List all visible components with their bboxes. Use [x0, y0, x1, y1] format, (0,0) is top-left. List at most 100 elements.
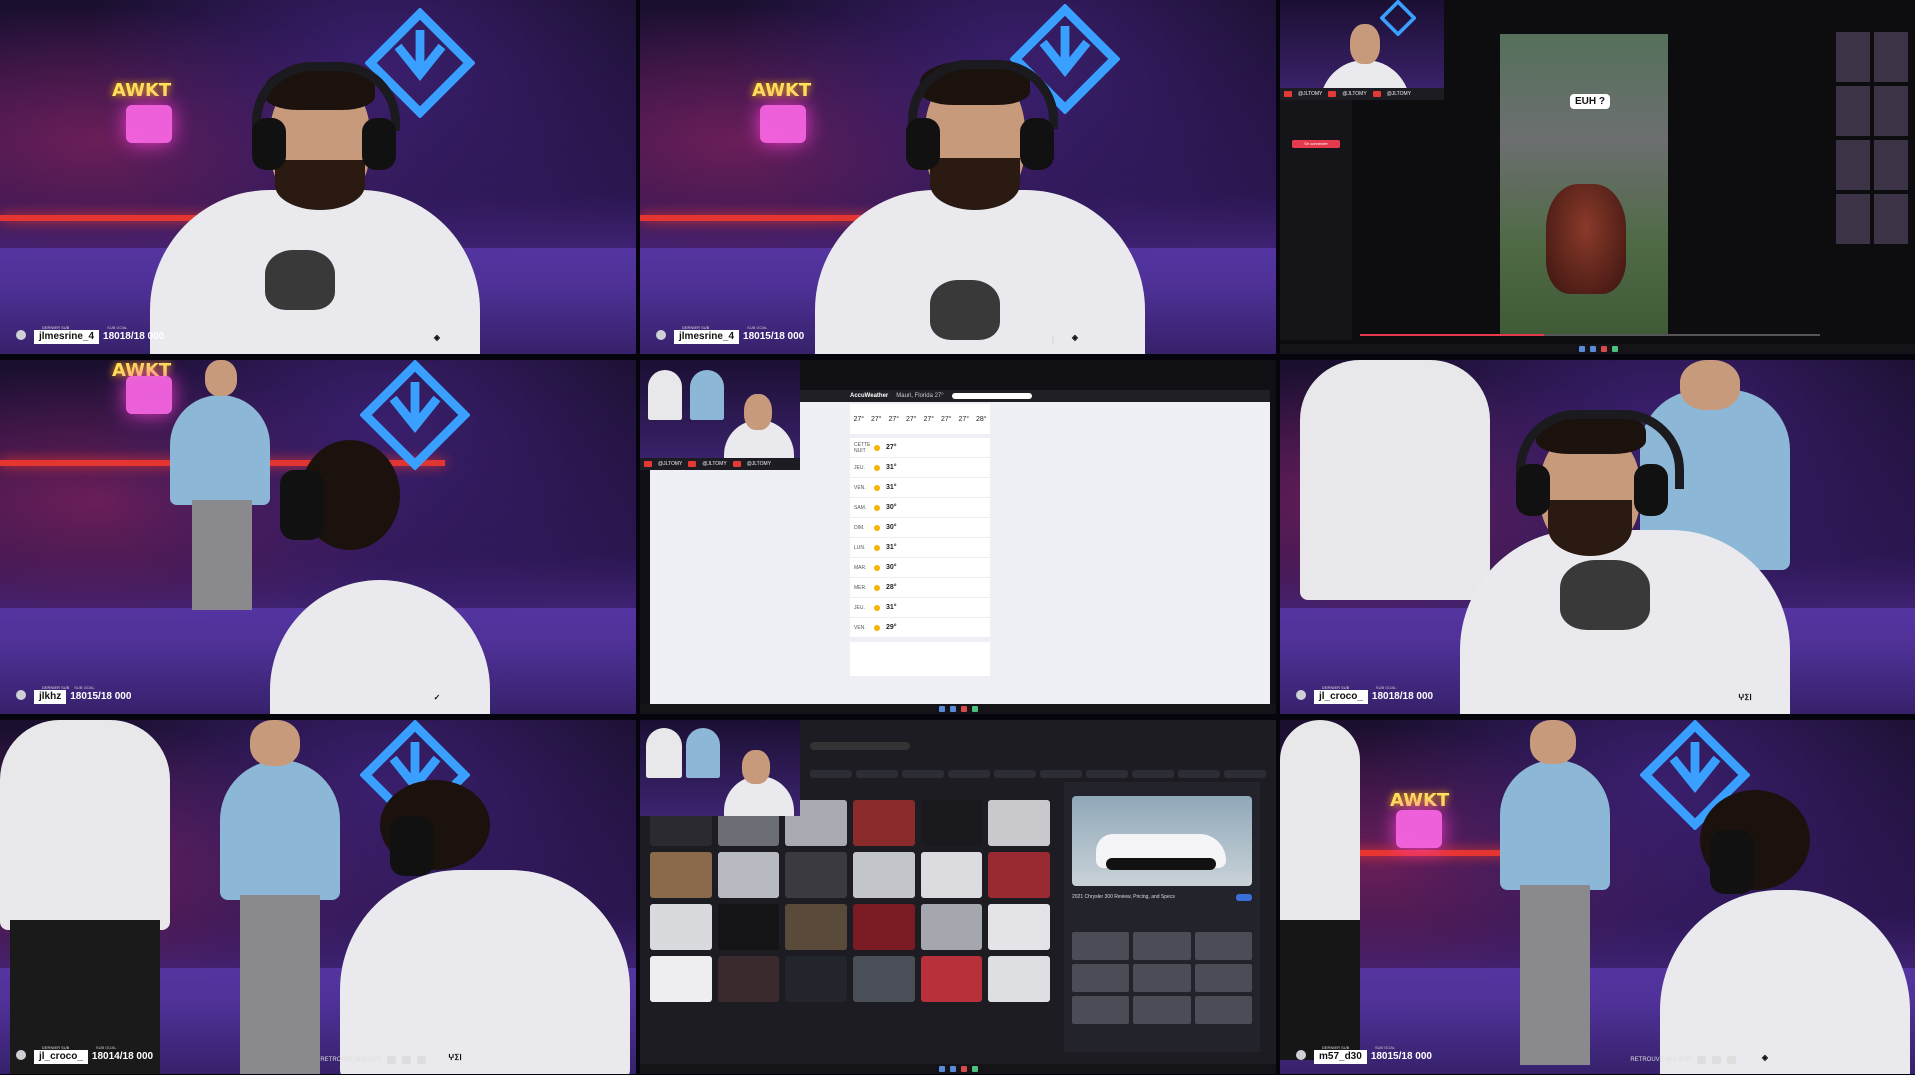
webcam-inset [640, 720, 800, 816]
image-thumb[interactable] [853, 956, 915, 1002]
image-thumb[interactable] [988, 852, 1050, 898]
app-icon[interactable] [938, 706, 945, 712]
app-icon[interactable] [949, 1066, 956, 1072]
image-thumb[interactable] [785, 852, 847, 898]
pink-neon-glow [1396, 810, 1442, 848]
forecast-row[interactable]: VEN. 31° [850, 478, 990, 498]
video-thumb[interactable] [1836, 32, 1870, 82]
filter-chip[interactable] [1132, 770, 1174, 778]
related-thumb[interactable] [1194, 932, 1252, 960]
video-player[interactable]: EUH ? [1500, 34, 1668, 334]
daily-forecast: CETTE NUIT 27° JEU. 31° VEN. 31° SAM. 30° DI… [850, 438, 990, 638]
image-thumb[interactable] [988, 800, 1050, 846]
forecast-row[interactable]: JEU. 31° [850, 458, 990, 478]
image-thumb[interactable] [785, 956, 847, 1002]
hour-temp: 27° [923, 415, 935, 423]
filter-chips [810, 770, 1266, 778]
filter-chip[interactable] [856, 770, 898, 778]
logo-badge: ⵖⵉⵏ [1724, 690, 1766, 704]
filter-chip[interactable] [1224, 770, 1266, 778]
social-icons: RETROUVE MOI SUR [320, 1056, 426, 1064]
forecast-row[interactable]: CETTE NUIT 27° [850, 438, 990, 458]
bystander [648, 370, 682, 420]
forecast-row[interactable]: DIM. 30° [850, 518, 990, 538]
forecast-row[interactable]: VEN. 29° [850, 618, 990, 638]
image-thumb[interactable] [853, 800, 915, 846]
app-icon[interactable] [1611, 346, 1618, 352]
video-thumb[interactable] [1874, 32, 1908, 82]
related-thumb[interactable] [1072, 964, 1130, 992]
filter-chip[interactable] [1178, 770, 1220, 778]
forecast-row[interactable]: JEU. 31° [850, 598, 990, 618]
image-thumb[interactable] [650, 956, 712, 1002]
video-thumb[interactable] [1874, 140, 1908, 190]
image-thumb[interactable] [650, 904, 712, 950]
forecast-row[interactable]: MER. 28° [850, 578, 990, 598]
shirt-print [930, 280, 1000, 340]
image-thumb[interactable] [920, 800, 983, 846]
filter-chip[interactable] [948, 770, 990, 778]
app-icon[interactable] [960, 1066, 967, 1072]
preview-title[interactable]: 2021 Chrysler 300 Review, Pricing, and S… [1072, 894, 1175, 900]
image-thumb[interactable] [920, 956, 983, 1002]
app-icon[interactable] [1578, 346, 1585, 352]
preview-image[interactable] [1072, 796, 1252, 886]
video-thumb[interactable] [1836, 140, 1870, 190]
image-thumb[interactable] [853, 904, 915, 950]
instagram-icon [1727, 1056, 1736, 1064]
related-thumb[interactable] [1072, 932, 1130, 960]
image-thumb[interactable] [717, 956, 780, 1002]
image-thumb[interactable] [988, 904, 1050, 950]
video-thumb[interactable] [1874, 194, 1908, 244]
webcam-social-bar: @JLTOMY @JLTOMY @JLTOMY [640, 458, 800, 470]
stream-grid: AWKT DERNIER SUB jlmesrine_4 SUB GOAL 1801… [0, 0, 1915, 1075]
image-thumb[interactable] [920, 852, 983, 898]
search-bar[interactable] [810, 742, 910, 750]
forecast-row[interactable]: MAR. 30° [850, 558, 990, 578]
related-thumb[interactable] [1133, 964, 1191, 992]
related-thumb[interactable] [1133, 932, 1191, 960]
app-icon[interactable] [971, 1066, 978, 1072]
login-button[interactable]: Se connecter [1292, 140, 1340, 148]
filter-chip[interactable] [1086, 770, 1128, 778]
app-icon[interactable] [960, 706, 967, 712]
related-thumb[interactable] [1194, 964, 1252, 992]
search-input[interactable] [951, 393, 1032, 399]
youtube-icon [1372, 91, 1381, 97]
image-thumb[interactable] [988, 956, 1050, 1002]
related-thumb[interactable] [1072, 996, 1130, 1024]
video-thumb[interactable] [1836, 86, 1870, 136]
image-thumb[interactable] [717, 904, 780, 950]
video-scrubber[interactable] [1360, 334, 1820, 336]
app-icon[interactable] [1600, 346, 1607, 352]
image-thumb[interactable] [920, 904, 983, 950]
hour-temp: 27° [888, 415, 900, 423]
video-thumb[interactable] [1836, 194, 1870, 244]
app-icon[interactable] [938, 1066, 945, 1072]
image-thumb[interactable] [785, 904, 847, 950]
image-thumb[interactable] [717, 852, 780, 898]
weather-location: Mauri, Florida 27° [896, 393, 944, 399]
app-icon[interactable] [971, 706, 978, 712]
visit-button[interactable] [1236, 894, 1252, 901]
headset-cup [906, 118, 940, 170]
app-icon[interactable] [949, 706, 956, 712]
headset-cup [362, 118, 396, 170]
image-thumb[interactable] [650, 852, 712, 898]
filter-chip[interactable] [1040, 770, 1082, 778]
weather-icon [874, 564, 880, 571]
tile-cam-2: AWKT DERNIER SUB jlmesrine_4 SUB GOAL 1801… [640, 0, 1276, 354]
tile-screen-images: 2021 Chrysler 300 Review, Pricing, and S… [640, 720, 1276, 1074]
app-icon[interactable] [1589, 346, 1596, 352]
hour-temp: 28° [975, 415, 987, 423]
related-thumb[interactable] [1194, 996, 1252, 1024]
forecast-row[interactable]: LUN. 31° [850, 538, 990, 558]
video-thumb[interactable] [1874, 86, 1908, 136]
image-thumb[interactable] [853, 852, 915, 898]
filter-chip[interactable] [902, 770, 944, 778]
forecast-row[interactable]: SAM. 30° [850, 498, 990, 518]
filter-chip[interactable] [810, 770, 852, 778]
filter-chip[interactable] [994, 770, 1036, 778]
weather-logo[interactable]: AccuWeather [850, 393, 888, 399]
related-thumb[interactable] [1133, 996, 1191, 1024]
